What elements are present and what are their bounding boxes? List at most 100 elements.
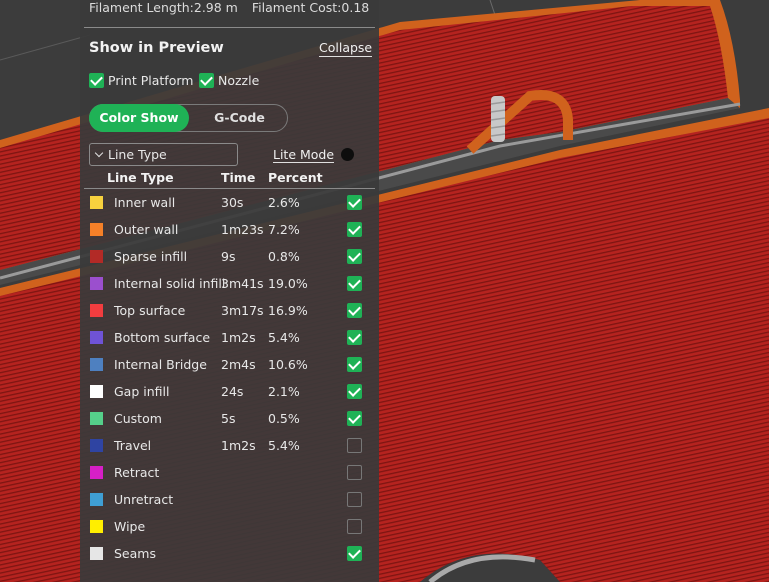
visibility-checkbox[interactable] <box>347 492 362 507</box>
print-platform-checkbox[interactable] <box>89 73 104 88</box>
collapse-button[interactable]: Collapse <box>319 40 373 57</box>
line-type-percent: 0.5% <box>268 411 300 426</box>
line-type-name: Top surface <box>114 303 186 318</box>
line-type-percent: 16.9% <box>268 303 308 318</box>
nozzle-option[interactable]: Nozzle <box>199 73 259 88</box>
table-row: Wipe <box>80 514 379 541</box>
line-type-time: 1m23s <box>221 222 264 237</box>
line-type-name: Travel <box>114 438 152 453</box>
color-swatch <box>90 250 103 263</box>
line-type-time: 1m2s <box>221 438 256 453</box>
line-type-name: Bottom surface <box>114 330 211 345</box>
table-row: Sparse infill 9s 0.8% <box>80 244 379 271</box>
color-swatch <box>90 466 103 479</box>
visibility-checkbox[interactable] <box>347 384 362 399</box>
table-row: Seams <box>80 541 379 568</box>
lite-mode-toggle[interactable] <box>341 148 354 161</box>
visibility-checkbox[interactable] <box>347 546 362 561</box>
chevron-down-icon <box>94 148 104 158</box>
line-type-name: Inner wall <box>114 195 176 210</box>
filament-cost: Filament Cost:0.18 <box>251 0 370 15</box>
visibility-checkbox[interactable] <box>347 438 362 453</box>
table-row: Internal solid infill 3m41s 19.0% <box>80 271 379 298</box>
line-type-name: Sparse infill <box>114 249 188 264</box>
visibility-checkbox[interactable] <box>347 411 362 426</box>
visibility-checkbox[interactable] <box>347 465 362 480</box>
line-type-name: Custom <box>114 411 162 426</box>
header-time: Time <box>221 170 256 185</box>
line-type-percent: 0.8% <box>268 249 300 264</box>
line-type-percent: 2.1% <box>268 384 300 399</box>
line-type-percent: 5.4% <box>268 330 300 345</box>
table-row: Custom 5s 0.5% <box>80 406 379 433</box>
line-type-time: 3m41s <box>221 276 264 291</box>
view-type-dropdown[interactable]: Line Type <box>89 143 238 166</box>
section-title: Show in Preview <box>89 40 224 56</box>
visibility-checkbox[interactable] <box>347 519 362 534</box>
filament-length: Filament Length:2.98 m <box>89 0 238 15</box>
line-type-name: Gap infill <box>114 384 170 399</box>
dropdown-value: Line Type <box>108 147 167 162</box>
line-type-name: Internal Bridge <box>114 357 207 372</box>
line-type-time: 30s <box>221 195 244 210</box>
line-type-name: Wipe <box>114 519 146 534</box>
lite-mode-label[interactable]: Lite Mode <box>273 147 335 163</box>
line-type-time: 3m17s <box>221 303 264 318</box>
visibility-checkbox[interactable] <box>347 330 362 345</box>
header-percent: Percent <box>268 170 323 185</box>
color-show-tab[interactable]: Color Show <box>89 104 189 132</box>
gcode-tab[interactable]: G-Code <box>190 104 289 132</box>
color-swatch <box>90 277 103 290</box>
table-row: Travel 1m2s 5.4% <box>80 433 379 460</box>
table-row: Outer wall 1m23s 7.2% <box>80 217 379 244</box>
color-swatch <box>90 547 103 560</box>
nozzle-checkbox[interactable] <box>199 73 214 88</box>
visibility-checkbox[interactable] <box>347 303 362 318</box>
visibility-checkbox[interactable] <box>347 357 362 372</box>
line-type-percent: 10.6% <box>268 357 308 372</box>
color-swatch <box>90 439 103 452</box>
visibility-checkbox[interactable] <box>347 249 362 264</box>
color-swatch <box>90 520 103 533</box>
color-swatch <box>90 358 103 371</box>
color-swatch <box>90 331 103 344</box>
line-type-percent: 5.4% <box>268 438 300 453</box>
color-swatch <box>90 304 103 317</box>
line-type-time: 1m2s <box>221 330 256 345</box>
nozzle-model <box>490 96 506 142</box>
visibility-checkbox[interactable] <box>347 276 362 291</box>
table-row: Gap infill 24s 2.1% <box>80 379 379 406</box>
divider <box>84 188 375 189</box>
divider <box>84 27 375 28</box>
preview-panel: Filament Length:2.98 m Filament Cost:0.1… <box>80 0 379 582</box>
line-type-time: 2m4s <box>221 357 256 372</box>
color-swatch <box>90 412 103 425</box>
filament-stats: Filament Length:2.98 m Filament Cost:0.1… <box>89 0 379 15</box>
table-row: Inner wall 30s 2.6% <box>80 190 379 217</box>
line-type-name: Seams <box>114 546 156 561</box>
line-type-name: Unretract <box>114 492 174 507</box>
line-type-name: Outer wall <box>114 222 179 237</box>
line-type-time: 24s <box>221 384 244 399</box>
table-row: Internal Bridge 2m4s 10.6% <box>80 352 379 379</box>
visibility-checkbox[interactable] <box>347 195 362 210</box>
color-swatch <box>90 223 103 236</box>
nozzle-label: Nozzle <box>218 73 260 88</box>
table-row: Top surface 3m17s 16.9% <box>80 298 379 325</box>
line-type-percent: 2.6% <box>268 195 300 210</box>
table-row: Bottom surface 1m2s 5.4% <box>80 325 379 352</box>
color-swatch <box>90 493 103 506</box>
header-line-type: Line Type <box>107 170 174 185</box>
color-swatch <box>90 196 103 209</box>
table-row: Retract <box>80 460 379 487</box>
color-swatch <box>90 385 103 398</box>
table-row: Unretract <box>80 487 379 514</box>
print-platform-label: Print Platform <box>108 73 194 88</box>
print-platform-option[interactable]: Print Platform <box>89 73 193 88</box>
line-type-name: Internal solid infill <box>114 276 226 291</box>
line-type-time: 5s <box>221 411 236 426</box>
visibility-checkbox[interactable] <box>347 222 362 237</box>
line-type-time: 9s <box>221 249 236 264</box>
line-type-percent: 7.2% <box>268 222 300 237</box>
line-type-name: Retract <box>114 465 160 480</box>
